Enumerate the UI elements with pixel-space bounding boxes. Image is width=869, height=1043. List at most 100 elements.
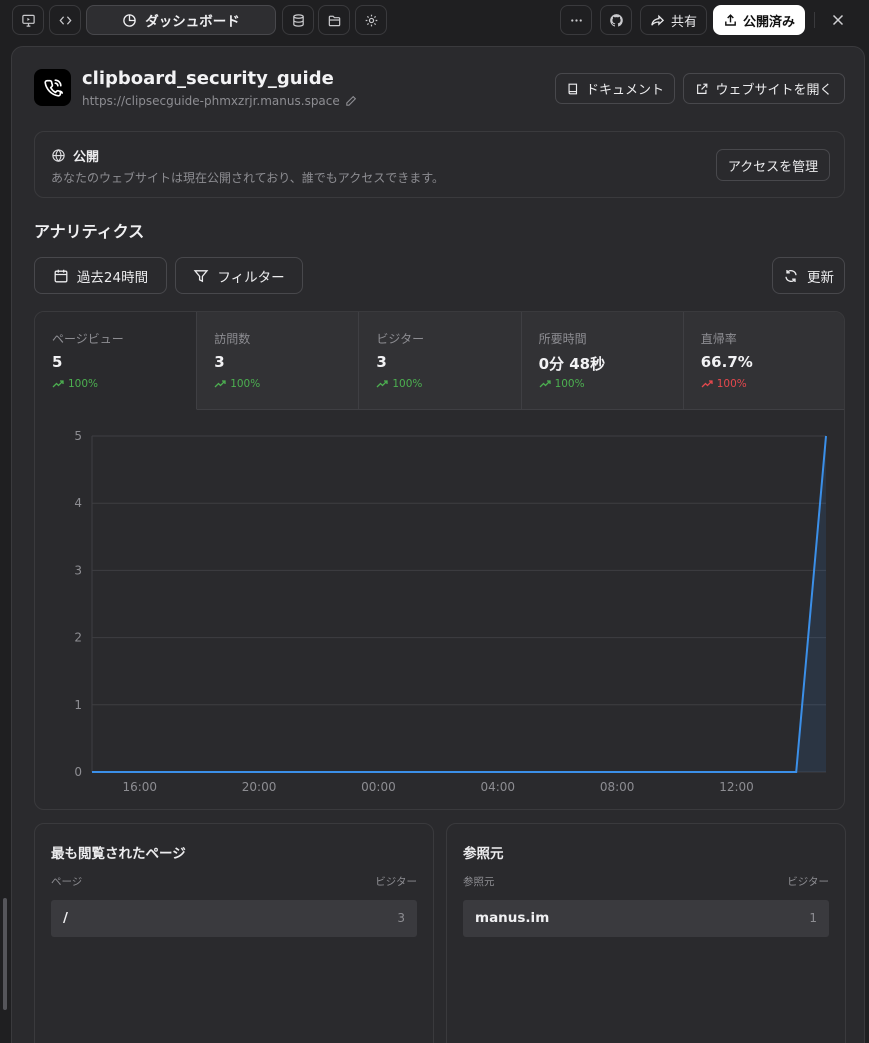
external-link-icon [697,83,708,94]
settings-button[interactable] [355,5,387,35]
project-url[interactable]: https://clipsecguide-phmxzrjr.manus.spac… [82,94,340,108]
share-label: 共有 [670,14,697,30]
stat-delta: 100% [214,378,260,390]
stat-pageviews[interactable]: ページビュー 5 100% [35,312,198,410]
stat-label: 訪問数 [214,332,251,346]
stat-delta-value: 100% [392,378,423,390]
database-button[interactable] [282,5,314,35]
stat-bounce-rate[interactable]: 直帰率 66.7% 100% [683,312,844,410]
x-tick-label: 00:00 [361,780,396,794]
top-pages-col-visitors: ビジター [375,876,417,888]
trending-up-icon [214,380,226,388]
stat-label: 直帰率 [700,332,737,346]
stat-value: 0分 48秒 [538,355,606,373]
row-value: 1 [809,911,817,925]
monitor-icon [21,14,35,27]
pie-chart-icon [123,13,137,27]
top-pages-title: 最も閲覧されたページ [51,846,186,862]
trending-up-icon [539,380,551,388]
top-pages-card: 最も閲覧されたページ ページ ビジター / 3 [34,823,434,1043]
table-row[interactable]: manus.im 1 [463,900,829,937]
code-icon [58,15,72,25]
code-button[interactable] [49,5,81,35]
share-forward-icon [651,14,665,26]
top-toolbar: ダッシュボード 共有 公開済み [0,0,869,40]
calendar-icon [54,269,68,282]
stat-delta-value: 100% [554,378,585,390]
stat-label: ビジター [376,332,425,346]
table-row[interactable]: / 3 [51,900,417,937]
date-range-button[interactable]: 過去24時間 [34,257,167,294]
series-area [92,436,826,772]
gear-icon [365,14,377,26]
preview-button[interactable] [12,5,44,35]
referrers-col-source: 参照元 [463,876,495,888]
github-icon [609,13,623,27]
open-website-button[interactable]: ウェブサイトを開く [683,73,845,104]
analytics-heading: アナリティクス [34,222,145,241]
book-icon [568,83,578,94]
y-tick-label: 4 [74,496,82,510]
stat-label: 所要時間 [538,332,587,346]
phone-icon [43,78,63,97]
stat-delta-value: 100% [68,378,99,390]
manage-access-button[interactable]: アクセスを管理 [716,149,830,181]
pageviews-chart: 0 1 2 3 4 5 16:00 20:00 00:00 04:00 08:00 12:00 [74,429,827,794]
refresh-icon [785,269,797,282]
more-horizontal-icon [570,18,582,22]
toolbar-divider [814,12,815,28]
referrers-title: 参照元 [463,846,504,862]
filter-icon [193,269,209,282]
visibility-description: あなたのウェブサイトは現在公開されており、誰でもアクセスできます。 [51,171,445,185]
top-pages-col-page: ページ [51,876,83,888]
row-value: 3 [397,911,405,925]
close-icon [832,14,844,26]
trending-up-icon [52,380,64,388]
x-tick-label: 16:00 [122,780,157,794]
pencil-icon[interactable] [345,95,357,107]
stat-delta-value: 100% [230,378,261,390]
refresh-label: 更新 [807,269,834,286]
folder-icon [328,15,340,26]
y-tick-label: 3 [74,563,82,577]
y-tick-label: 5 [74,429,82,443]
date-range-label: 過去24時間 [76,269,149,286]
github-button[interactable] [600,5,632,35]
app-icon [34,69,71,106]
docs-label: ドキュメント [585,83,664,98]
stat-value: 3 [214,353,225,371]
visibility-title-row: 公開 [51,146,99,165]
stat-visits[interactable]: 訪問数 3 100% [197,312,360,410]
published-label: 公開済み [742,14,795,30]
docs-button[interactable]: ドキュメント [555,73,675,104]
trending-up-icon [701,380,713,388]
trending-up-icon [376,380,389,388]
dashboard-panel: clipboard_security_guide https://clipsec… [11,46,865,1043]
more-button[interactable] [560,5,592,35]
series-line [92,435,827,773]
close-button[interactable] [826,8,850,32]
stat-delta: 100% [701,378,747,390]
stat-duration[interactable]: 所要時間 0分 48秒 100% [521,312,684,410]
filter-button[interactable]: フィルター [175,257,303,294]
row-key: / [63,910,68,926]
refresh-button[interactable]: 更新 [772,257,845,294]
published-button[interactable]: 公開済み [713,5,805,35]
globe-icon [52,149,65,162]
x-tick-label: 12:00 [719,780,754,794]
stat-visitors[interactable]: ビジター 3 100% [359,312,522,410]
stat-delta: 100% [376,378,422,390]
folder-button[interactable] [318,5,350,35]
y-tick-label: 2 [74,631,82,645]
x-tick-label: 04:00 [480,780,515,794]
project-name: clipboard_security_guide [82,68,334,89]
database-icon [292,13,304,27]
referrers-col-visitors: ビジター [787,876,829,888]
share-button[interactable]: 共有 [640,5,707,35]
scrollbar-thumb[interactable] [3,898,7,1010]
x-tick-label: 08:00 [600,780,635,794]
stat-label: ページビュー [52,332,124,346]
stat-value: 5 [52,353,63,371]
y-tick-label: 0 [74,765,82,779]
tab-dashboard[interactable]: ダッシュボード [86,5,276,35]
